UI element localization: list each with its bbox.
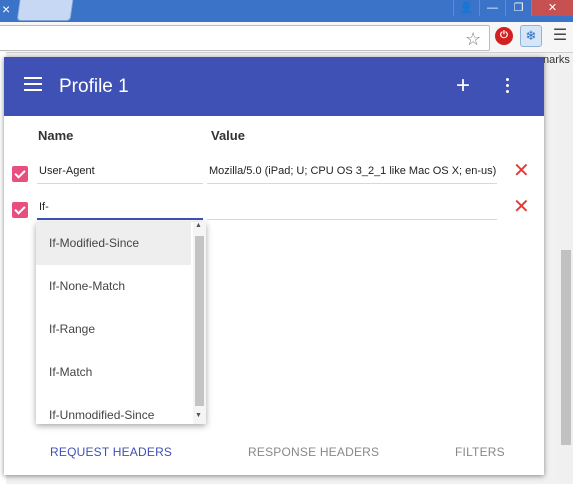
browser-menu-icon[interactable]: ☰ <box>552 27 568 45</box>
autocomplete-option[interactable]: If-Modified-Since <box>36 222 191 265</box>
bookmarks-bar-text[interactable]: narks <box>543 54 570 66</box>
browser-titlebar: × 👤 — ❐ ✕ <box>0 0 573 22</box>
tab-response-headers[interactable]: RESPONSE HEADERS <box>248 445 379 459</box>
autocomplete-option[interactable]: If-Range <box>36 308 191 351</box>
tab-filters[interactable]: FILTERS <box>455 445 505 459</box>
delete-icon[interactable]: ✕ <box>513 197 530 217</box>
bookmark-star-icon[interactable]: ☆ <box>465 30 481 48</box>
delete-icon[interactable]: ✕ <box>513 161 530 181</box>
address-bar[interactable]: ☆ <box>0 25 490 51</box>
column-header-name: Name <box>38 128 74 143</box>
close-window-button[interactable]: ✕ <box>531 0 573 16</box>
menu-icon[interactable] <box>24 77 42 91</box>
scroll-up-arrow-icon[interactable]: ▲ <box>195 222 202 229</box>
add-icon[interactable]: + <box>456 72 470 100</box>
restore-button[interactable]: ❐ <box>505 0 531 16</box>
header-name-field[interactable]: If- <box>39 201 49 213</box>
modheader-extension-icon[interactable]: ❄ <box>520 25 542 47</box>
value-field-underline <box>207 219 497 220</box>
name-field-underline <box>37 183 203 184</box>
more-vert-icon[interactable] <box>504 78 510 96</box>
value-field-underline <box>207 183 497 184</box>
scroll-down-arrow-icon[interactable]: ▼ <box>195 412 202 419</box>
name-field-underline-focused <box>37 218 203 220</box>
dropdown-scrollbar-thumb[interactable] <box>195 236 204 406</box>
header-name-field[interactable]: User-Agent <box>39 165 95 177</box>
profile-icon[interactable]: 👤 <box>453 0 479 16</box>
minimize-button[interactable]: — <box>479 0 505 16</box>
extension-popup: Profile 1 + Name Value User-Agent Mozill… <box>4 57 544 475</box>
autocomplete-option[interactable]: If-None-Match <box>36 265 191 308</box>
row-checkbox[interactable] <box>12 166 28 182</box>
autocomplete-option[interactable]: If-Match <box>36 351 191 394</box>
extension-red-icon[interactable]: ⏻ <box>495 27 513 45</box>
tab-close-icon[interactable]: × <box>2 2 16 16</box>
bottom-tabs: REQUEST HEADERS RESPONSE HEADERS FILTERS <box>4 437 544 467</box>
row-checkbox[interactable] <box>12 202 28 218</box>
browser-toolbar: ☆ <box>0 22 573 53</box>
profile-title: Profile 1 <box>59 76 129 97</box>
column-header-value: Value <box>211 128 245 143</box>
browser-tab[interactable] <box>16 0 74 21</box>
autocomplete-dropdown: If-Modified-Since If-None-Match If-Range… <box>36 222 206 424</box>
header-value-field[interactable]: Mozilla/5.0 (iPad; U; CPU OS 3_2_1 like … <box>209 165 496 177</box>
tab-request-headers[interactable]: REQUEST HEADERS <box>50 445 172 459</box>
autocomplete-option[interactable]: If-Unmodified-Since <box>36 394 191 424</box>
app-bar: Profile 1 + <box>4 57 544 116</box>
page-scrollbar-thumb[interactable] <box>561 250 571 445</box>
window-controls: 👤 — ❐ ✕ <box>453 0 573 16</box>
